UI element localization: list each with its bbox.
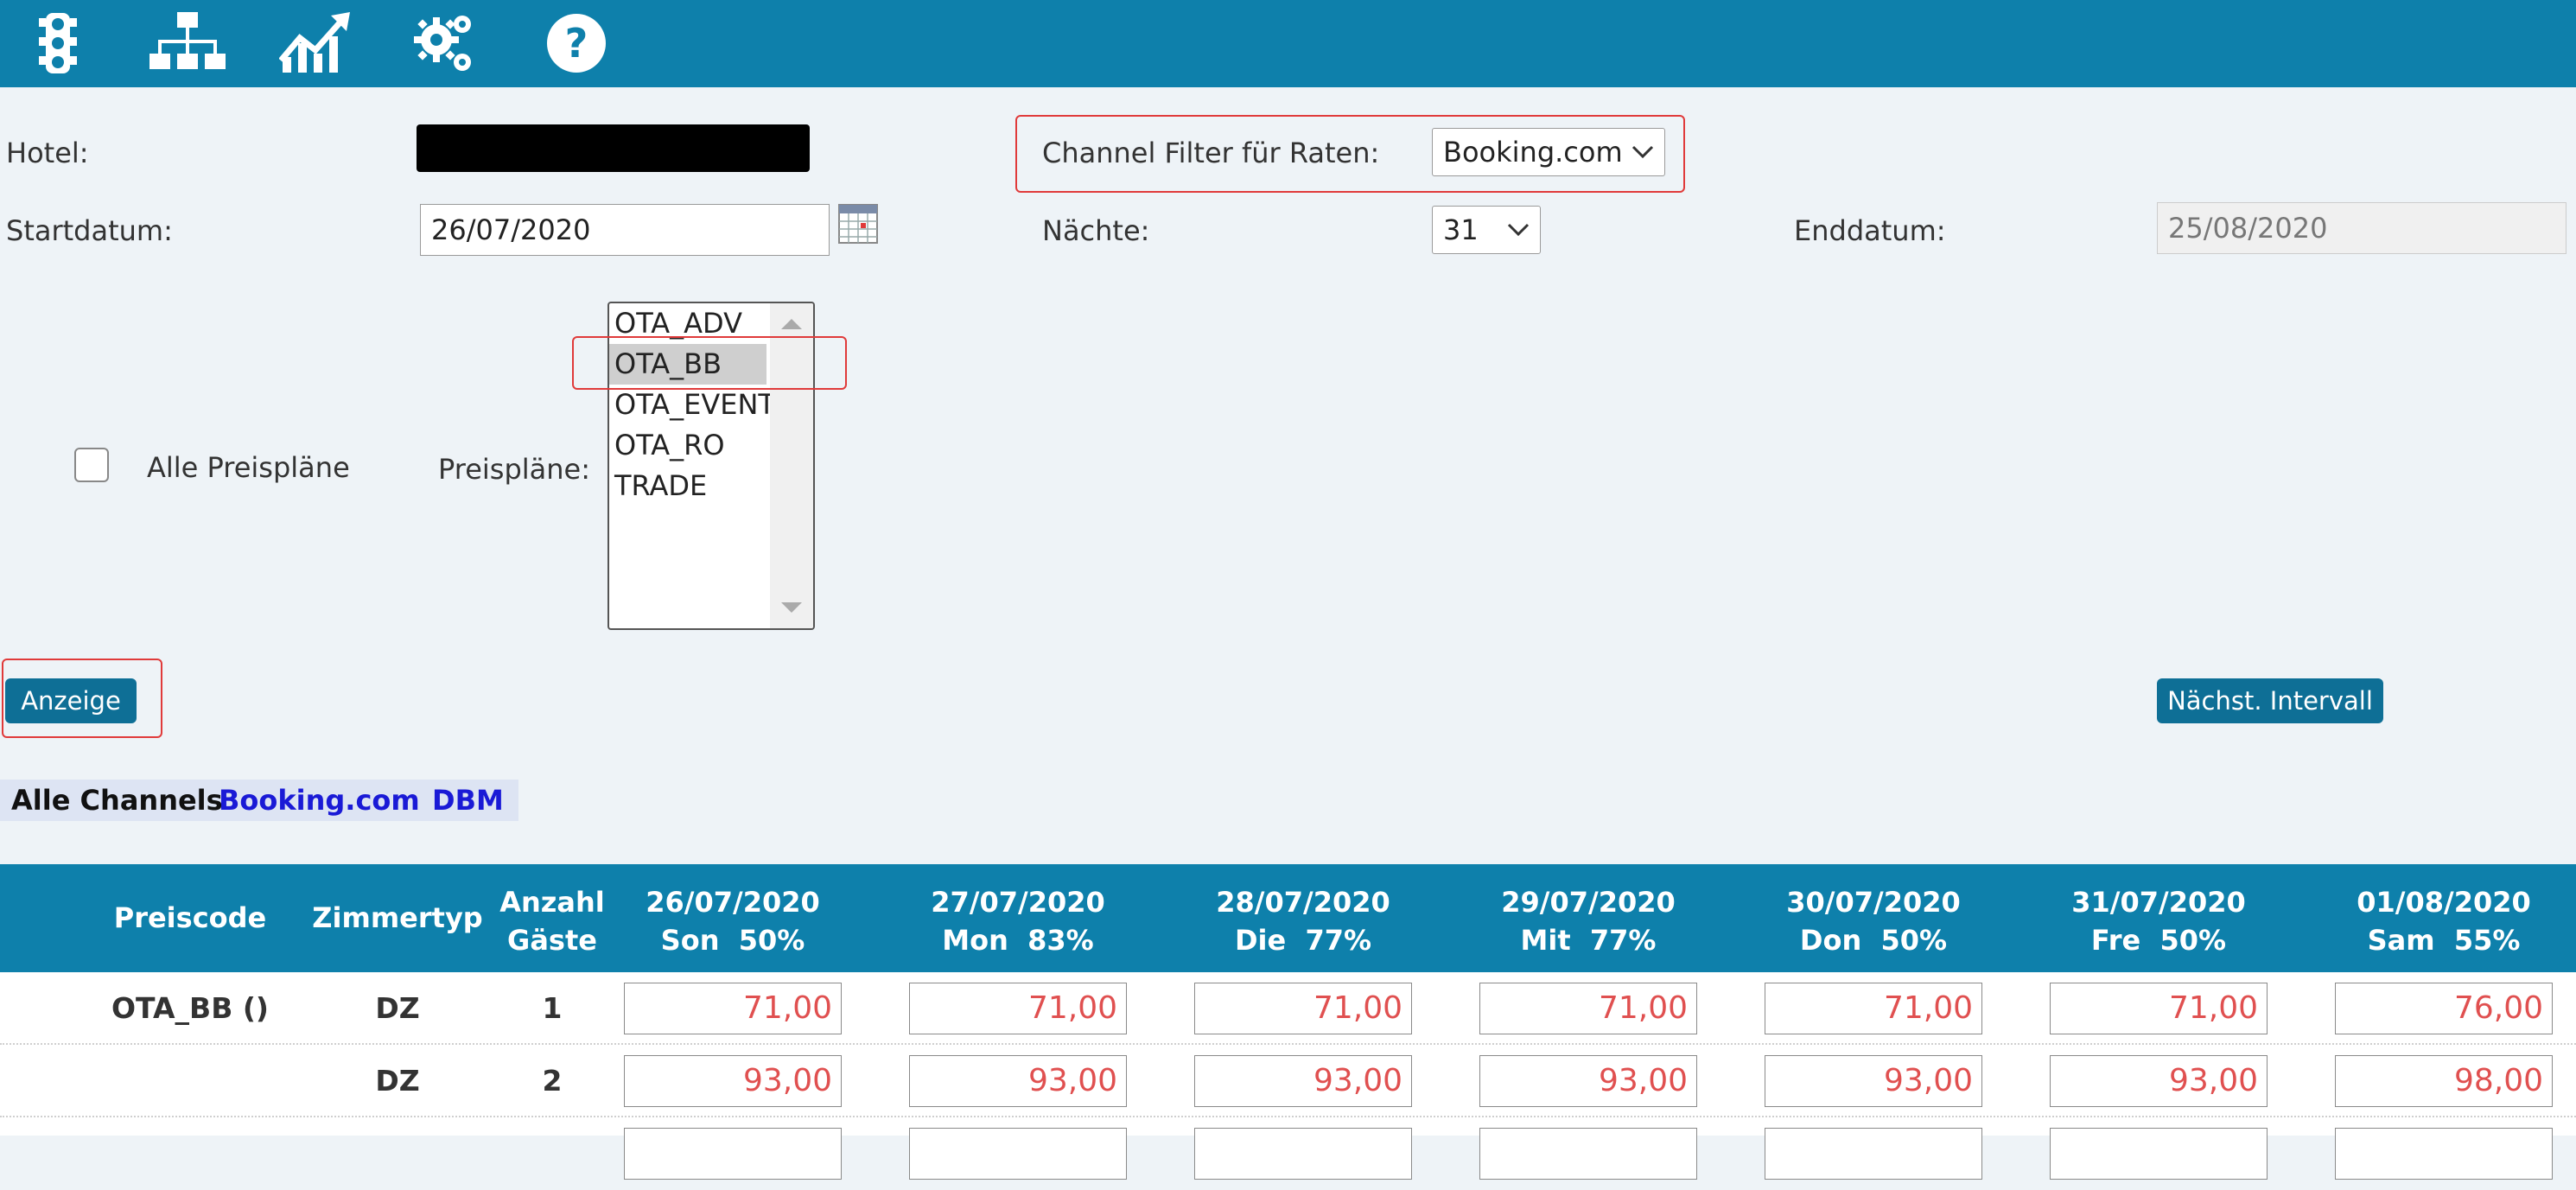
price-input[interactable]: 71,00: [909, 983, 1127, 1034]
col-header-date: 01/08/2020 Sam 55%: [2335, 883, 2553, 959]
col-header-date: 31/07/2020 Fre 50%: [2050, 883, 2268, 959]
col-header-guests-line1: Anzahl: [499, 886, 605, 919]
channel-filter-label: Channel Filter für Raten:: [1042, 137, 1380, 169]
tab-all-channels[interactable]: Alle Channels: [11, 780, 223, 821]
col-header-date: 27/07/2020 Mon 83%: [909, 883, 1127, 959]
chart-trend-icon[interactable]: [277, 7, 354, 80]
rates-table-header: Preiscode Zimmertyp Anzahl Gäste 26/07/2…: [0, 864, 2576, 972]
show-button[interactable]: Anzeige: [5, 678, 137, 723]
table-row-partial: [0, 1117, 2576, 1190]
price-input[interactable]: 71,00: [2050, 983, 2268, 1034]
nights-select[interactable]: 31: [1432, 206, 1541, 254]
sitemap-icon[interactable]: [149, 7, 226, 80]
hotel-value-redacted[interactable]: [417, 124, 810, 172]
end-date-label: Enddatum:: [1794, 214, 1946, 247]
rates-table-body: OTA_BB () DZ 1 71,00 71,00 71,00 71,00 71,00 71,…: [0, 972, 2576, 1180]
channel-filter-select[interactable]: Booking.com: [1432, 128, 1665, 176]
scroll-down-icon[interactable]: [781, 602, 802, 614]
price-input[interactable]: 93,00: [1479, 1055, 1697, 1107]
col-header-date: 29/07/2020 Mit 77%: [1479, 883, 1697, 959]
col-header-date-value: 30/07/2020: [1786, 886, 1961, 919]
price-input[interactable]: [1479, 1128, 1697, 1180]
channel-tabs: Alle Channels Booking.com DBM: [0, 780, 518, 821]
next-interval-button[interactable]: Nächst. Intervall: [2157, 678, 2383, 723]
gears-icon[interactable]: [406, 7, 484, 80]
price-input[interactable]: 71,00: [1765, 983, 1982, 1034]
table-row: DZ 2 93,00 93,00 93,00 93,00 93,00 93,00 98,00: [0, 1045, 2576, 1117]
traffic-light-icon[interactable]: [19, 7, 97, 80]
start-date-input[interactable]: 26/07/2020: [420, 204, 830, 256]
col-header-day-occupancy: Mit 77%: [1520, 924, 1657, 957]
plans-label: Preispläne:: [438, 453, 590, 486]
chevron-down-icon: [1507, 223, 1530, 237]
row-room-type: DZ: [375, 991, 420, 1025]
col-header-guests: Anzahl Gäste: [493, 883, 612, 959]
help-icon[interactable]: ?: [537, 7, 615, 80]
col-header-date-value: 27/07/2020: [931, 886, 1105, 919]
price-input[interactable]: 93,00: [909, 1055, 1127, 1107]
chevron-down-icon: [1631, 145, 1654, 159]
price-input[interactable]: 98,00: [2335, 1055, 2553, 1107]
col-header-day-occupancy: Son 50%: [660, 924, 805, 957]
col-header-date-value: 31/07/2020: [2071, 886, 2246, 919]
price-input[interactable]: [624, 1128, 842, 1180]
nights-value: 31: [1443, 213, 1479, 246]
calendar-icon[interactable]: [838, 204, 878, 247]
row-guest-count: 1: [542, 991, 563, 1025]
tab-dbm[interactable]: DBM: [432, 780, 504, 821]
col-header-day-occupancy: Fre 50%: [2090, 924, 2227, 957]
col-header-date: 30/07/2020 Don 50%: [1765, 883, 1982, 959]
col-header-date: 28/07/2020 Die 77%: [1194, 883, 1412, 959]
col-header-code: Preiscode: [113, 901, 267, 934]
row-room-type: DZ: [375, 1064, 420, 1098]
all-plans-label: Alle Preispläne: [147, 451, 350, 484]
all-plans-checkbox[interactable]: [74, 448, 109, 482]
col-header-day-occupancy: Don 50%: [1799, 924, 1948, 957]
price-input[interactable]: 76,00: [2335, 983, 2553, 1034]
col-header-day-occupancy: Sam 55%: [2367, 924, 2521, 957]
top-toolbar: ?: [0, 0, 2576, 87]
col-header-day-occupancy: Mon 83%: [942, 924, 1094, 957]
start-date-label: Startdatum:: [6, 214, 173, 247]
price-input[interactable]: 71,00: [1479, 983, 1697, 1034]
col-header-guests-line2: Gäste: [507, 924, 597, 957]
scroll-up-icon[interactable]: [781, 317, 802, 329]
tab-booking[interactable]: Booking.com: [219, 780, 420, 821]
end-date-input: 25/08/2020: [2157, 202, 2566, 254]
hotel-label: Hotel:: [6, 137, 89, 169]
plan-option[interactable]: OTA_EVENT: [609, 385, 775, 425]
price-input[interactable]: [1765, 1128, 1982, 1180]
col-header-date-value: 26/07/2020: [646, 886, 820, 919]
price-input[interactable]: 71,00: [624, 983, 842, 1034]
svg-text:?: ?: [565, 20, 588, 67]
price-input[interactable]: [1194, 1128, 1412, 1180]
nights-label: Nächte:: [1042, 214, 1150, 247]
plan-option[interactable]: TRADE: [609, 466, 766, 506]
row-guest-count: 2: [542, 1064, 563, 1098]
price-input[interactable]: 93,00: [624, 1055, 842, 1107]
col-header-date-value: 28/07/2020: [1216, 886, 1390, 919]
plan-option[interactable]: OTA_RO: [609, 425, 766, 466]
row-rate-code: OTA_BB (): [111, 991, 269, 1025]
price-input[interactable]: [2335, 1128, 2553, 1180]
price-input[interactable]: 71,00: [1194, 983, 1412, 1034]
price-input[interactable]: 93,00: [2050, 1055, 2268, 1107]
price-input[interactable]: [909, 1128, 1127, 1180]
price-input[interactable]: 93,00: [1194, 1055, 1412, 1107]
col-header-date-value: 01/08/2020: [2357, 886, 2531, 919]
col-header-day-occupancy: Die 77%: [1234, 924, 1372, 957]
col-header-room: Zimmertyp: [312, 901, 483, 934]
price-input[interactable]: 93,00: [1765, 1055, 1982, 1107]
col-header-date: 26/07/2020 Son 50%: [624, 883, 842, 959]
price-input[interactable]: [2050, 1128, 2268, 1180]
col-header-date-value: 29/07/2020: [1501, 886, 1676, 919]
selected-plan-highlight: [572, 336, 847, 390]
channel-filter-value: Booking.com: [1443, 136, 1623, 169]
table-row: OTA_BB () DZ 1 71,00 71,00 71,00 71,00 71,00 71,…: [0, 972, 2576, 1045]
